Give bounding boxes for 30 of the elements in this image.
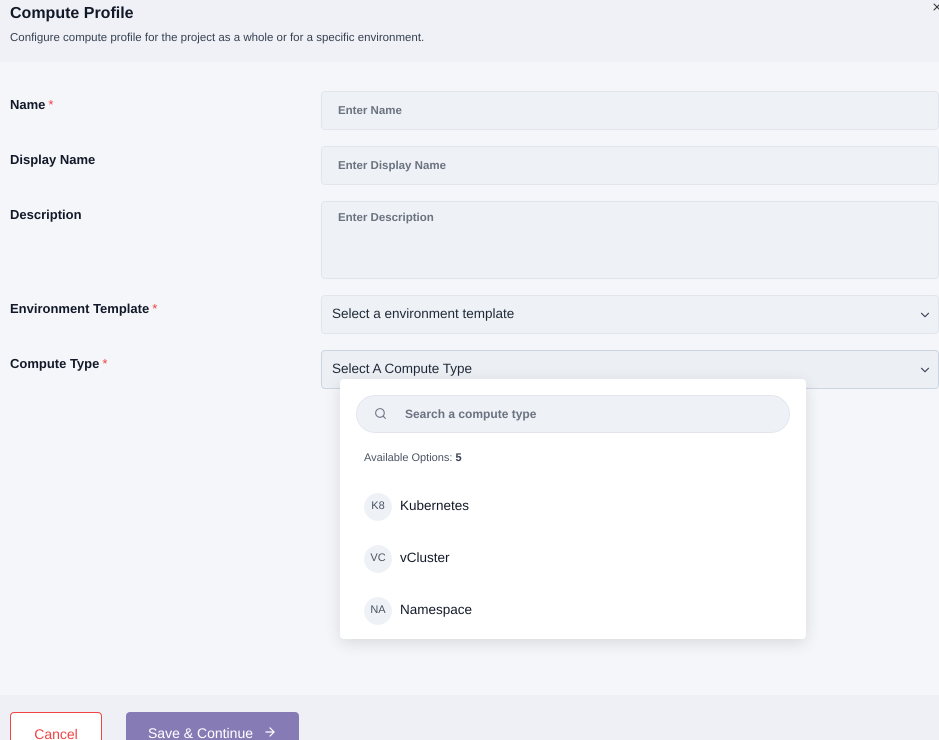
option-label: Namespace [400,601,472,620]
dropdown-option[interactable]: NA Namespace [364,596,790,624]
options-count: Available Options: 5 [364,451,463,466]
field-label: Display Name [10,151,96,169]
search-field[interactable]: Search a compute type [356,395,790,433]
field-label: Compute Type [10,355,100,373]
description-field[interactable]: Enter Description [320,201,939,279]
required-mark: * [102,355,108,373]
required-mark: * [152,300,158,318]
option-avatar: K8 [364,492,392,520]
text-field[interactable]: Enter Name [320,91,939,130]
save-continue-button[interactable]: Save & Continue [126,712,299,740]
field-label: Description [10,206,82,224]
select-field[interactable]: Select a environment template [320,295,939,334]
option-avatar: NA [364,596,392,624]
option-label: Kubernetes [400,497,470,516]
field-label: Environment Template [10,300,150,318]
select-value: Select a environment template [332,305,516,324]
option-label: vCluster [400,549,450,568]
dropdown-option[interactable]: K8 Kubernetes [364,492,790,520]
search-icon [374,407,387,420]
text-field[interactable]: Enter Display Name [320,146,939,185]
dropdown-option[interactable]: VC vCluster [364,544,790,572]
option-avatar: VC [364,544,392,572]
dialog-title: Compute Profile [10,4,135,24]
field-label: Name [10,96,46,114]
cancel-button[interactable]: Cancel [10,712,102,740]
dialog-subtitle: Configure compute profile for the project as a whole or for a specific environment. [10,31,426,46]
required-mark: * [48,96,54,114]
select-value: Select A Compute Type [332,360,474,378]
